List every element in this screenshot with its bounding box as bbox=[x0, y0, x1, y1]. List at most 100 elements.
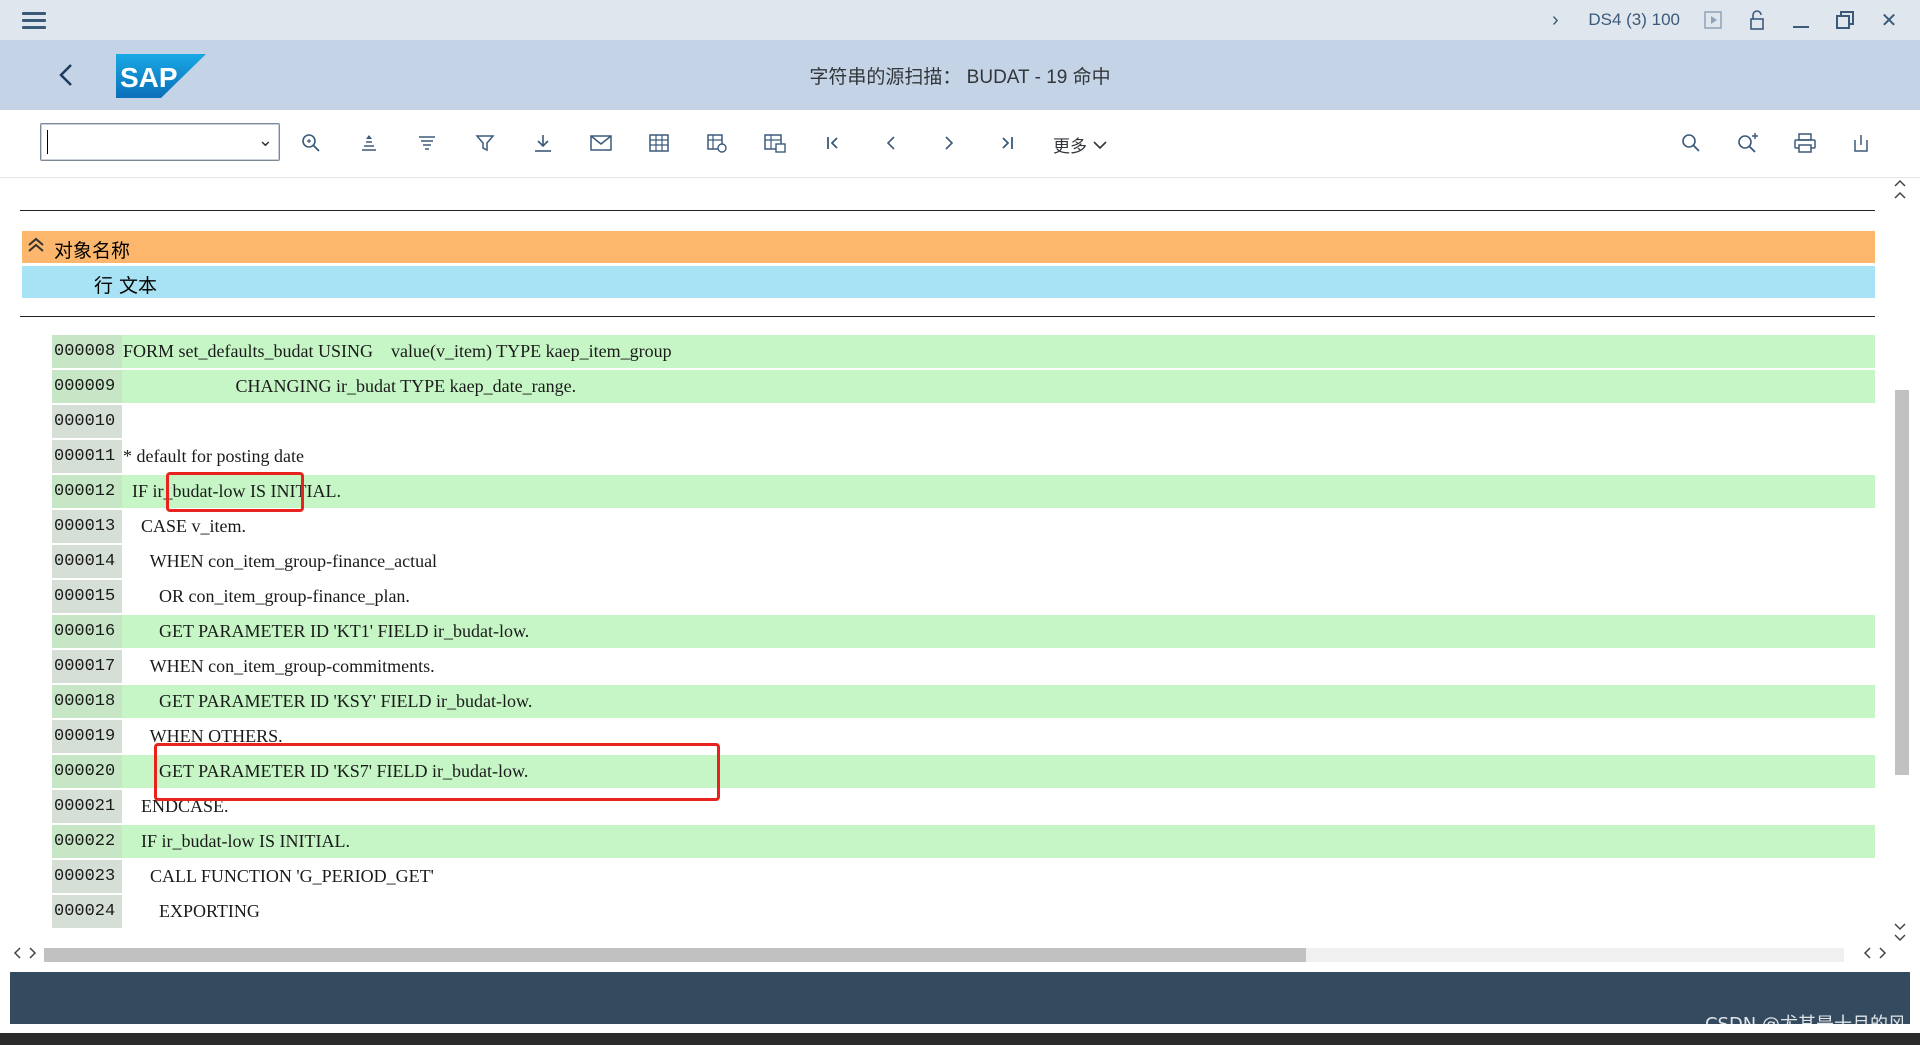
code-line[interactable]: 000024 EXPORTING bbox=[52, 895, 1875, 928]
line-number: 000022 bbox=[52, 825, 122, 858]
scroll-up-icon[interactable] bbox=[1892, 178, 1908, 208]
chevron-right-icon[interactable]: › bbox=[1544, 9, 1566, 31]
code-text: FORM set_defaults_budat USING value(v_it… bbox=[123, 341, 672, 361]
line-number: 000016 bbox=[52, 615, 122, 648]
scroll-down-icon[interactable] bbox=[1892, 918, 1908, 948]
horizontal-scrollbar[interactable] bbox=[10, 945, 1890, 967]
line-number: 000008 bbox=[52, 335, 122, 368]
code-text: CALL FUNCTION 'G_PERIOD_GET' bbox=[123, 866, 434, 886]
line-number: 000024 bbox=[52, 895, 122, 928]
hamburger-menu-icon[interactable] bbox=[20, 8, 48, 32]
chevron-down-icon[interactable]: ⌄ bbox=[258, 130, 273, 151]
divider bbox=[20, 210, 1875, 211]
last-page-icon[interactable] bbox=[992, 128, 1022, 158]
find-icon[interactable] bbox=[296, 128, 326, 158]
code-line[interactable]: 000012 IF ir_budat-low IS INITIAL. bbox=[52, 475, 1875, 508]
lock-icon[interactable] bbox=[1746, 9, 1768, 31]
play-icon[interactable] bbox=[1702, 9, 1724, 31]
scroll-right-icon[interactable] bbox=[1862, 945, 1888, 965]
minimize-icon[interactable] bbox=[1790, 9, 1812, 31]
code-text: * default for posting date bbox=[123, 446, 304, 466]
vertical-scrollbar[interactable] bbox=[1890, 178, 1912, 948]
code-text: ENDCASE. bbox=[123, 796, 229, 816]
code-line[interactable]: 000010 bbox=[52, 405, 1875, 438]
system-id: DS4 (3) 100 bbox=[1588, 10, 1680, 29]
code-text: EXPORTING bbox=[123, 901, 260, 921]
code-text: GET PARAMETER ID 'KS7' FIELD ir_budat-lo… bbox=[123, 761, 529, 781]
close-icon[interactable]: ✕ bbox=[1878, 9, 1900, 32]
status-bar bbox=[10, 972, 1910, 1024]
print-icon[interactable] bbox=[1790, 128, 1820, 158]
page-title: 字符串的源扫描： BUDAT - 19 命中 bbox=[809, 67, 1111, 88]
command-field[interactable]: ⌄ bbox=[40, 123, 280, 161]
toolbar: ⌄ 更多 bbox=[0, 110, 1920, 178]
code-line[interactable]: 000017 WHEN con_item_group-commitments. bbox=[52, 650, 1875, 683]
code-line[interactable]: 000013 CASE v_item. bbox=[52, 510, 1875, 543]
source-scan-result: 对象名称 行 文本 000008 FORM set_defaults_budat … bbox=[0, 178, 1920, 968]
line-number: 000010 bbox=[52, 405, 122, 438]
more-menu-button[interactable]: 更多 bbox=[1053, 132, 1108, 157]
download-icon[interactable] bbox=[528, 128, 558, 158]
watermark: CSDN @尤其是十月的风 bbox=[1704, 1014, 1906, 1035]
code-line[interactable]: 000019 WHEN OTHERS. bbox=[52, 720, 1875, 753]
previous-page-icon[interactable] bbox=[876, 128, 906, 158]
scroll-left-icon[interactable] bbox=[12, 945, 38, 965]
code-line[interactable]: 000009 CHANGING ir_budat TYPE kaep_date_… bbox=[52, 370, 1875, 403]
line-number: 000017 bbox=[52, 650, 122, 683]
line-number: 000013 bbox=[52, 510, 122, 543]
code-line[interactable]: 000008 FORM set_defaults_budat USING valu… bbox=[52, 335, 1875, 368]
code-text: IF ir_budat-low IS INITIAL. bbox=[123, 481, 341, 501]
code-text: GET PARAMETER ID 'KSY' FIELD ir_budat-lo… bbox=[123, 691, 533, 711]
mail-icon[interactable] bbox=[586, 128, 616, 158]
more-label: 更多 bbox=[1053, 137, 1087, 157]
code-line[interactable]: 000014 WHEN con_item_group-finance_actua… bbox=[52, 545, 1875, 578]
code-text: GET PARAMETER ID 'KT1' FIELD ir_budat-lo… bbox=[123, 621, 530, 641]
code-line[interactable]: 000023 CALL FUNCTION 'G_PERIOD_GET' bbox=[52, 860, 1875, 893]
search-next-icon[interactable] bbox=[1733, 128, 1763, 158]
title-bar: SAP 字符串的源扫描： BUDAT - 19 命中 bbox=[0, 40, 1920, 110]
grid-settings-icon[interactable] bbox=[702, 128, 732, 158]
taskbar-strip bbox=[0, 1033, 1920, 1045]
line-number: 000021 bbox=[52, 790, 122, 823]
grid-icon[interactable] bbox=[644, 128, 674, 158]
exit-icon[interactable] bbox=[1846, 128, 1876, 158]
filter-icon[interactable] bbox=[470, 128, 500, 158]
code-text: WHEN con_item_group-finance_actual bbox=[123, 551, 438, 571]
object-name-header[interactable]: 对象名称 bbox=[22, 231, 1875, 263]
divider bbox=[20, 316, 1875, 317]
vertical-scroll-thumb[interactable] bbox=[1895, 390, 1909, 775]
horizontal-scroll-thumb[interactable] bbox=[44, 948, 1306, 962]
code-line[interactable]: 000016 GET PARAMETER ID 'KT1' FIELD ir_b… bbox=[52, 615, 1875, 648]
line-number: 000019 bbox=[52, 720, 122, 753]
layout-icon[interactable] bbox=[760, 128, 790, 158]
code-text: WHEN con_item_group-commitments. bbox=[123, 656, 435, 676]
sort-ascending-icon[interactable] bbox=[354, 128, 384, 158]
line-number: 000020 bbox=[52, 755, 122, 788]
collapse-icon[interactable] bbox=[26, 235, 46, 260]
code-line[interactable]: 000011 * default for posting date bbox=[52, 440, 1875, 473]
code-text: OR con_item_group-finance_plan. bbox=[123, 586, 410, 606]
search-icon[interactable] bbox=[1676, 128, 1706, 158]
line-text-header: 行 文本 bbox=[22, 266, 1875, 298]
line-number: 000011 bbox=[52, 440, 122, 473]
next-page-icon[interactable] bbox=[934, 128, 964, 158]
code-line[interactable]: 000022 IF ir_budat-low IS INITIAL. bbox=[52, 825, 1875, 858]
restore-icon[interactable] bbox=[1834, 9, 1856, 31]
line-number: 000009 bbox=[52, 370, 122, 403]
code-text: IF ir_budat-low IS INITIAL. bbox=[123, 831, 350, 851]
code-line[interactable]: 000015 OR con_item_group-finance_plan. bbox=[52, 580, 1875, 613]
code-line[interactable]: 000021 ENDCASE. bbox=[52, 790, 1875, 823]
line-number: 000023 bbox=[52, 860, 122, 893]
code-line[interactable]: 000018 GET PARAMETER ID 'KSY' FIELD ir_b… bbox=[52, 685, 1875, 718]
line-number: 000018 bbox=[52, 685, 122, 718]
system-bar: › DS4 (3) 100 ✕ bbox=[0, 0, 1920, 40]
object-name-label: 对象名称 bbox=[54, 240, 131, 262]
sort-descending-icon[interactable] bbox=[412, 128, 442, 158]
code-text: WHEN OTHERS. bbox=[123, 726, 283, 746]
first-page-icon[interactable] bbox=[818, 128, 848, 158]
line-text-label: 行 文本 bbox=[94, 275, 158, 297]
code-text: CASE v_item. bbox=[123, 516, 247, 536]
line-number: 000012 bbox=[52, 475, 122, 508]
code-text: CHANGING ir_budat TYPE kaep_date_range. bbox=[123, 376, 577, 396]
code-line[interactable]: 000020 GET PARAMETER ID 'KS7' FIELD ir_b… bbox=[52, 755, 1875, 788]
